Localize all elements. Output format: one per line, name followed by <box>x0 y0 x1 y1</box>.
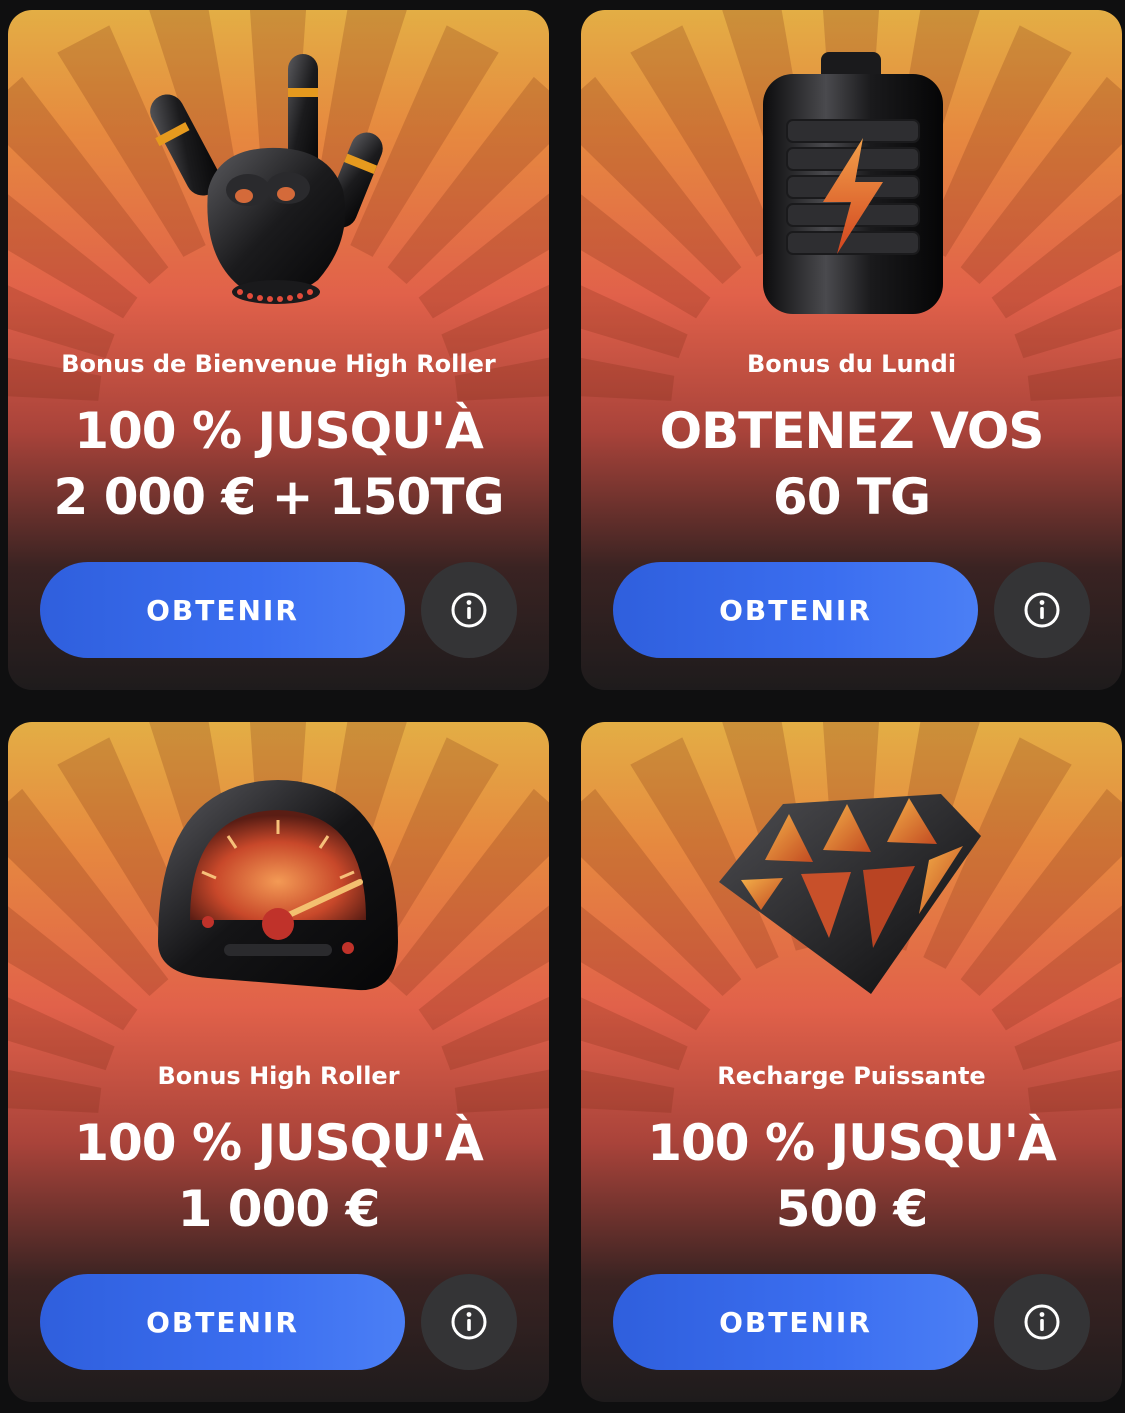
card-headline: 100 % JUSQU'À 500 € <box>647 1114 1057 1238</box>
sunburst-ray <box>8 285 115 359</box>
sunburst-ray <box>581 285 688 359</box>
sunburst-ray <box>1014 284 1122 359</box>
info-icon <box>451 1304 487 1340</box>
bonus-card-welcome-high-roller: Bonus de Bienvenue High Roller 100 % JUS… <box>8 10 549 690</box>
sunburst-ray <box>581 194 711 319</box>
speedometer-icon <box>158 780 398 991</box>
obtain-button[interactable]: OBTENIR <box>40 1274 405 1370</box>
info-button[interactable] <box>994 562 1090 658</box>
info-button[interactable] <box>994 1274 1090 1370</box>
card-headline: 100 % JUSQU'À 2 000 € + 150TG <box>53 402 505 526</box>
card-subtitle: Bonus High Roller <box>157 1062 400 1090</box>
info-icon <box>1024 1304 1060 1340</box>
info-button[interactable] <box>421 1274 517 1370</box>
sunburst-ray <box>581 997 688 1071</box>
battery-icon <box>763 52 943 314</box>
info-icon <box>1024 592 1060 628</box>
sunburst-ray <box>991 193 1122 319</box>
rock-hand-glove-icon <box>150 54 383 304</box>
sunburst-ray <box>441 284 549 359</box>
obtain-button[interactable]: OBTENIR <box>613 1274 978 1370</box>
sunburst-ray <box>8 194 138 319</box>
obtain-button[interactable]: OBTENIR <box>613 562 978 658</box>
bonus-card-high-roller: Bonus High Roller 100 % JUSQU'À 1 000 € … <box>8 722 549 1402</box>
sunburst-ray <box>581 906 711 1031</box>
card-subtitle: Bonus de Bienvenue High Roller <box>61 350 496 378</box>
sunburst-ray <box>991 905 1122 1031</box>
bonus-grid: Bonus de Bienvenue High Roller 100 % JUS… <box>0 0 1125 1413</box>
sunburst-ray <box>1014 996 1122 1071</box>
sunburst-ray <box>418 193 549 319</box>
bonus-card-monday: Bonus du Lundi OBTENEZ VOS 60 TG OBTENIR <box>581 10 1122 690</box>
diamond-icon <box>719 794 981 994</box>
info-button[interactable] <box>421 562 517 658</box>
bonus-card-power-reload: Recharge Puissante 100 % JUSQU'À 500 € O… <box>581 722 1122 1402</box>
card-headline: OBTENEZ VOS 60 TG <box>659 402 1045 526</box>
obtain-button[interactable]: OBTENIR <box>40 562 405 658</box>
sunburst-ray <box>8 906 138 1031</box>
card-subtitle: Bonus du Lundi <box>746 350 957 378</box>
sunburst-ray <box>418 905 549 1031</box>
sunburst-ray <box>441 996 549 1071</box>
card-headline: 100 % JUSQU'À 1 000 € <box>74 1114 484 1238</box>
card-subtitle: Recharge Puissante <box>717 1062 986 1090</box>
info-icon <box>451 592 487 628</box>
sunburst-ray <box>8 997 115 1071</box>
